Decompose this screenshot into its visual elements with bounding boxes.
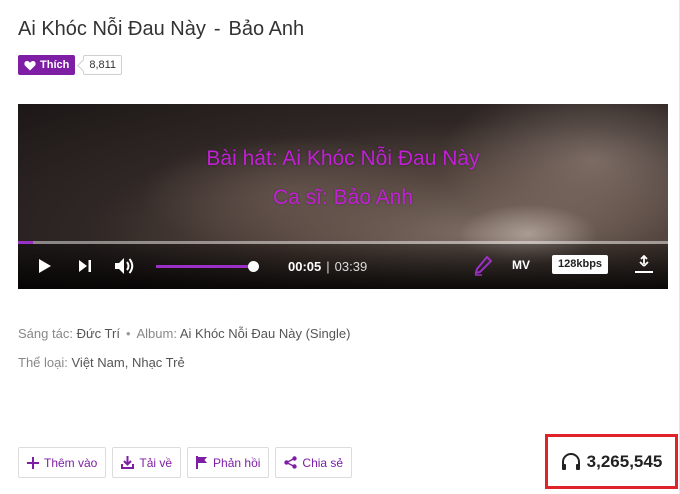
song-meta-genre: Thể loại: Việt Nam, Nhạc Trẻ xyxy=(18,355,185,370)
feedback-label: Phản hồi xyxy=(213,455,261,470)
feedback-button[interactable]: Phản hồi xyxy=(187,447,270,478)
play-icon[interactable] xyxy=(38,258,52,274)
listen-count-box: 3,265,545 xyxy=(545,434,678,489)
song-title: Ai Khóc Nỗi Đau Này xyxy=(18,18,206,40)
share-button[interactable]: Chia sẻ xyxy=(275,447,353,478)
composer-link[interactable]: Đức Trí xyxy=(77,326,120,341)
song-artist[interactable]: Bảo Anh xyxy=(229,18,305,40)
album-link[interactable]: Ai Khóc Nỗi Đau Này (Single) xyxy=(180,326,351,341)
share-label: Chia sẻ xyxy=(302,455,344,470)
video-player[interactable]: Bài hát: Ai Khóc Nỗi Đau Này Ca sĩ: Bảo … xyxy=(18,104,668,289)
title-separator: - xyxy=(213,18,221,40)
current-time: 00:05 xyxy=(288,259,322,274)
expand-icon[interactable] xyxy=(634,255,654,275)
plus-icon xyxy=(27,456,39,469)
time-divider: | xyxy=(326,259,330,274)
like-button[interactable]: Thích xyxy=(18,55,76,75)
lyric-line-1: Bài hát: Ai Khóc Nỗi Đau Này xyxy=(206,147,480,170)
meta-separator-dot: • xyxy=(125,326,131,341)
heart-icon xyxy=(24,60,36,70)
volume-knob[interactable] xyxy=(248,261,259,272)
song-actions: Thêm vào Tải về Phản hồi Chia sẻ xyxy=(18,447,358,478)
genre-label: Thể loại: xyxy=(18,355,68,370)
share-icon xyxy=(284,456,298,469)
like-row: Thích 8,811 xyxy=(18,55,123,75)
download-label: Tải về xyxy=(139,455,173,470)
like-count: 8,811 xyxy=(83,55,123,75)
flag-icon xyxy=(196,456,208,469)
duration: 03:39 xyxy=(334,259,368,274)
genre-links[interactable]: Việt Nam, Nhạc Trẻ xyxy=(72,355,185,370)
volume-slider[interactable] xyxy=(156,261,259,272)
song-meta-credits: Sáng tác: Đức Trí • Album: Ai Khóc Nỗi Đau… xyxy=(18,326,350,341)
download-icon xyxy=(121,456,135,469)
lyric-line-2: Ca sĩ: Bảo Anh xyxy=(272,186,414,209)
add-to-button[interactable]: Thêm vào xyxy=(18,447,107,478)
mv-button[interactable]: MV xyxy=(512,258,530,272)
headphones-icon xyxy=(561,452,580,470)
add-to-label: Thêm vào xyxy=(44,455,98,470)
listen-count: 3,265,545 xyxy=(586,451,663,471)
like-label: Thích xyxy=(40,59,70,71)
time-display: 00:05 | 03:39 xyxy=(288,259,367,274)
next-icon[interactable] xyxy=(78,258,92,274)
download-button[interactable]: Tải về xyxy=(112,447,182,478)
volume-icon[interactable] xyxy=(114,256,136,276)
player-controls: 00:05 | 03:39 MV 128kbps xyxy=(18,244,668,289)
quality-button[interactable]: 128kbps xyxy=(552,255,609,274)
volume-fill xyxy=(156,265,253,268)
song-title-row: Ai Khóc Nỗi Đau Này - Bảo Anh xyxy=(18,18,304,41)
composer-label: Sáng tác: xyxy=(18,326,73,341)
lyrics-pen-icon[interactable] xyxy=(474,256,492,276)
album-label: Album: xyxy=(136,326,177,341)
